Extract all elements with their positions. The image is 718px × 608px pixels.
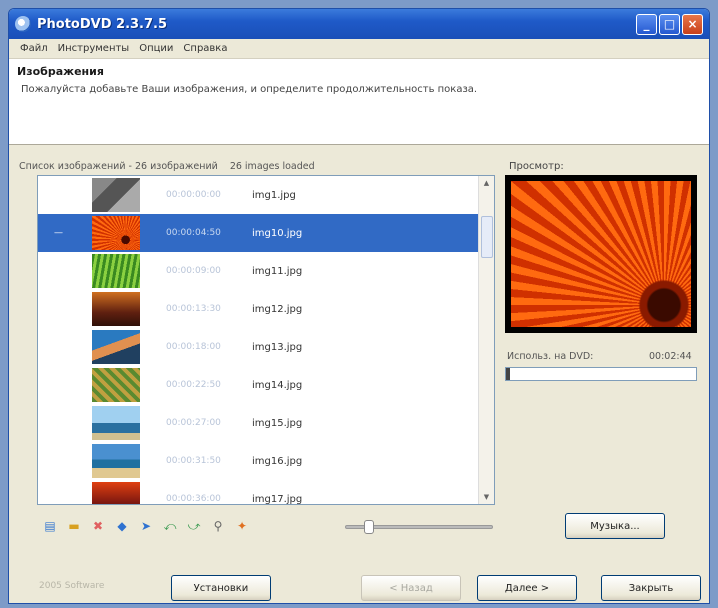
settings-button[interactable]: Установки [171, 575, 271, 601]
image-toolbar: ▤ ▬ ✖ ◆ ➤ ⤺ ⤻ ⚲ ✦ [41, 517, 251, 535]
thumbnail-image [92, 368, 140, 402]
filename-cell: img12.jpg [252, 303, 303, 315]
menu-bar: Файл Инструменты Опции Справка [9, 39, 709, 59]
music-button[interactable]: Музыка... [565, 513, 665, 539]
duration-cell: 00:00:09:00 [166, 266, 221, 276]
list-item[interactable]: 00:00:09:00 img11.jpg [38, 252, 494, 290]
list-item[interactable]: 00:00:18:00 img13.jpg [38, 328, 494, 366]
delete-icon[interactable]: ✖ [89, 517, 107, 535]
rotate-left-icon[interactable]: ⤺ [161, 517, 179, 535]
thumbnail-image [92, 406, 140, 440]
close-window-button[interactable]: × [682, 13, 703, 35]
thumbnail-image [92, 482, 140, 504]
rotate-right-icon[interactable]: ⤻ [185, 517, 203, 535]
images-loaded-label: 26 images loaded [229, 161, 315, 172]
image-list[interactable]: 00:00:00:00 img1.jpg — 00:00:04:50 img10.jpg… [37, 175, 495, 505]
duration-cell: 00:00:22:50 [166, 380, 221, 390]
filename-cell: img15.jpg [252, 417, 303, 429]
duration-cell: 00:00:31:50 [166, 456, 221, 466]
duration-cell: 00:00:36:00 [166, 494, 221, 504]
list-item[interactable]: — 00:00:04:50 img10.jpg [38, 214, 494, 252]
list-scrollbar[interactable]: ▲ ▼ [478, 176, 494, 504]
filename-cell: img16.jpg [252, 455, 303, 467]
dvd-usage-label: Использ. на DVD: [507, 351, 594, 362]
list-caption: Список изображений - 26 изображений 26 i… [19, 161, 315, 172]
duration-cell: 00:00:18:00 [166, 342, 221, 352]
filename-cell: img10.jpg [252, 227, 303, 239]
duration-cell: 00:00:13:30 [166, 304, 221, 314]
dvd-usage-fill [506, 368, 510, 380]
thumbnail-image [92, 254, 140, 288]
title-bar[interactable]: PhotoDVD 2.3.7.5 _ □ × [9, 9, 709, 39]
row-marker: — [54, 228, 63, 238]
slider-knob[interactable] [363, 520, 374, 534]
scroll-down-icon[interactable]: ▼ [479, 490, 494, 504]
list-item[interactable]: 00:00:00:00 img1.jpg [38, 176, 494, 214]
thumbnail-image [92, 178, 140, 212]
thumbnail-image [92, 216, 140, 250]
add-image-icon[interactable]: ▤ [41, 517, 59, 535]
duration-slider[interactable] [345, 520, 493, 534]
dvd-usage-value: 00:02:44 [649, 351, 692, 362]
list-item[interactable]: 00:00:13:30 img12.jpg [38, 290, 494, 328]
page-description: Пожалуйста добавьте Ваши изображения, и … [21, 84, 478, 95]
image-count-label: Список изображений - 26 изображений [19, 161, 218, 172]
duration-cell: 00:00:27:00 [166, 418, 221, 428]
filename-cell: img1.jpg [252, 189, 296, 201]
filename-cell: img17.jpg [252, 493, 303, 505]
app-icon [15, 16, 31, 32]
menu-tools[interactable]: Инструменты [53, 43, 135, 54]
wizard-header: Изображения Пожалуйста добавьте Ваши изо… [9, 59, 709, 145]
filename-cell: img13.jpg [252, 341, 303, 353]
thumbnail-image [92, 292, 140, 326]
move-up-icon[interactable]: ◆ [113, 517, 131, 535]
move-down-icon[interactable]: ➤ [137, 517, 155, 535]
window-title: PhotoDVD 2.3.7.5 [37, 16, 168, 32]
scroll-up-icon[interactable]: ▲ [479, 176, 494, 190]
main-panel: Список изображений - 26 изображений 26 i… [9, 145, 709, 603]
minimize-button[interactable]: _ [636, 13, 657, 35]
filename-cell: img11.jpg [252, 265, 303, 277]
menu-help[interactable]: Справка [178, 43, 232, 54]
preview-frame [505, 175, 697, 333]
list-item[interactable]: 00:00:31:50 img16.jpg [38, 442, 494, 480]
close-button[interactable]: Закрыть [601, 575, 701, 601]
effects-icon[interactable]: ✦ [233, 517, 251, 535]
add-folder-icon[interactable]: ▬ [65, 517, 83, 535]
list-item[interactable]: 00:00:36:00 img17.jpg [38, 480, 494, 505]
preview-label: Просмотр: [509, 161, 564, 172]
page-title: Изображения [17, 65, 104, 78]
dvd-usage-progress [505, 367, 697, 381]
maximize-button[interactable]: □ [659, 13, 680, 35]
duration-cell: 00:00:00:00 [166, 190, 221, 200]
list-item[interactable]: 00:00:27:00 img15.jpg [38, 404, 494, 442]
menu-file[interactable]: Файл [15, 43, 53, 54]
filename-cell: img14.jpg [252, 379, 303, 391]
app-window: PhotoDVD 2.3.7.5 _ □ × Файл Инструменты … [8, 8, 710, 604]
back-button[interactable]: < Назад [361, 575, 461, 601]
brand-label: 2005 Software [39, 581, 105, 591]
list-item[interactable]: 00:00:22:50 img14.jpg [38, 366, 494, 404]
menu-options[interactable]: Опции [134, 43, 178, 54]
preview-image [511, 181, 691, 327]
next-button[interactable]: Далее > [477, 575, 577, 601]
thumbnail-image [92, 444, 140, 478]
duration-cell: 00:00:04:50 [166, 228, 221, 238]
thumbnail-image [92, 330, 140, 364]
zoom-icon[interactable]: ⚲ [209, 517, 227, 535]
scroll-thumb[interactable] [481, 216, 493, 258]
